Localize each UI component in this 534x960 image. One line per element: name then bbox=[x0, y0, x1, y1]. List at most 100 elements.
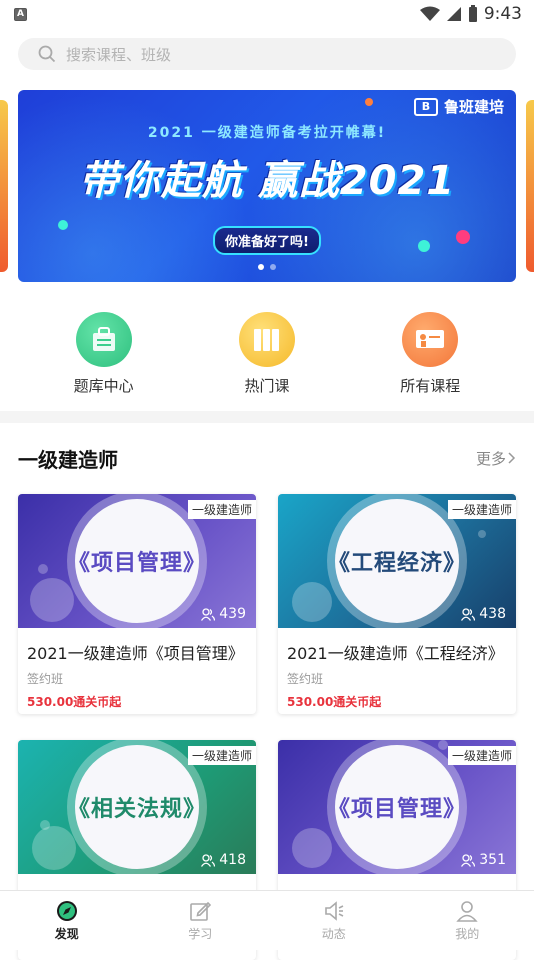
tab-discover[interactable]: 发现 bbox=[0, 891, 134, 950]
banner-subtitle: 2021 一级建造师备考拉开帷幕! bbox=[18, 122, 516, 142]
course-thumbnail: 《项目管理》 一级建造师 351 bbox=[278, 740, 516, 874]
course-price: 530.00通关币起 bbox=[278, 687, 516, 710]
course-tag: 一级建造师 bbox=[188, 500, 256, 519]
decor-dot bbox=[58, 220, 68, 230]
course-card[interactable]: 《工程经济》 一级建造师 438 2021一级建造师《工程经济》 签约班 530… bbox=[278, 494, 516, 714]
shortcut-question-bank[interactable]: 题库中心 bbox=[44, 312, 164, 396]
tab-label: 动态 bbox=[322, 925, 346, 942]
banner-headline: 带你起航 赢战2021 bbox=[18, 148, 516, 206]
people-icon bbox=[201, 608, 215, 621]
indicator-dot bbox=[270, 264, 276, 270]
section-title: 一级建造师 bbox=[18, 444, 118, 473]
thumbnail-circle: 《项目管理》 bbox=[335, 745, 459, 869]
chevron-right-icon bbox=[508, 452, 516, 464]
status-icons: 9:43 bbox=[420, 4, 522, 24]
course-thumbnail: 《工程经济》 一级建造师 438 bbox=[278, 494, 516, 628]
course-class-type: 签约班 bbox=[278, 664, 516, 687]
search-placeholder: 搜索课程、班级 bbox=[66, 44, 171, 65]
banner-slide[interactable]: B 鲁班建培 2021 一级建造师备考拉开帷幕! 带你起航 赢战2021 你准备… bbox=[18, 90, 516, 282]
thumbnail-title: 《工程经济》 bbox=[328, 545, 466, 577]
section-divider bbox=[0, 411, 534, 423]
notification-icon: A bbox=[14, 8, 27, 21]
brand-name: 鲁班建培 bbox=[444, 96, 504, 117]
decor-bubble bbox=[478, 530, 486, 538]
shortcut-label: 所有课程 bbox=[400, 375, 460, 396]
brand-logo-icon: B bbox=[414, 98, 438, 116]
decor-bubble bbox=[38, 564, 48, 574]
section-header: 一级建造师 更多 bbox=[18, 444, 516, 472]
edit-icon bbox=[189, 900, 211, 922]
compass-icon bbox=[56, 900, 78, 922]
people-icon bbox=[461, 854, 475, 867]
decor-bubble bbox=[438, 740, 448, 750]
carousel-indicators bbox=[258, 264, 276, 270]
status-bar: A 9:43 bbox=[0, 0, 534, 28]
shortcut-label: 热门课 bbox=[244, 375, 289, 396]
tab-news[interactable]: 动态 bbox=[267, 891, 401, 950]
count-value: 439 bbox=[219, 606, 246, 622]
thumbnail-title: 《项目管理》 bbox=[68, 545, 206, 577]
search-bar[interactable]: 搜索课程、班级 bbox=[18, 38, 516, 70]
bottom-tab-bar: 发现 学习 动态 我的 bbox=[0, 890, 534, 950]
banner-carousel[interactable]: B 鲁班建培 2021 一级建造师备考拉开帷幕! 带你起航 赢战2021 你准备… bbox=[0, 90, 534, 282]
enrollment-count: 439 bbox=[201, 606, 246, 622]
decor-bubble bbox=[30, 578, 74, 622]
enrollment-count: 418 bbox=[201, 852, 246, 868]
decor-bubble bbox=[40, 820, 50, 830]
course-tag: 一级建造师 bbox=[448, 500, 516, 519]
course-class-type: 签约班 bbox=[18, 664, 256, 687]
wifi-icon bbox=[420, 6, 440, 22]
speaker-icon bbox=[323, 900, 345, 922]
thumbnail-title: 《相关法规》 bbox=[68, 791, 206, 823]
course-price: 530.00通关币起 bbox=[18, 687, 256, 710]
battery-icon bbox=[468, 5, 478, 23]
decor-dot bbox=[456, 230, 470, 244]
enrollment-count: 438 bbox=[461, 606, 506, 622]
thumbnail-circle: 《项目管理》 bbox=[75, 499, 199, 623]
more-link[interactable]: 更多 bbox=[476, 448, 516, 469]
tab-mine[interactable]: 我的 bbox=[401, 891, 534, 950]
count-value: 438 bbox=[479, 606, 506, 622]
shortcut-hot-courses[interactable]: 热门课 bbox=[207, 312, 327, 396]
search-icon bbox=[38, 45, 56, 63]
prev-banner-peek[interactable] bbox=[0, 100, 8, 272]
shortcut-all-courses[interactable]: 所有课程 bbox=[370, 312, 490, 396]
indicator-dot-active bbox=[258, 264, 264, 270]
banner-pill: 你准备好了吗! bbox=[213, 226, 321, 255]
thumbnail-circle: 《相关法规》 bbox=[75, 745, 199, 869]
enrollment-count: 351 bbox=[461, 852, 506, 868]
next-banner-peek[interactable] bbox=[526, 100, 534, 272]
more-label: 更多 bbox=[476, 448, 506, 469]
decor-dot bbox=[365, 98, 373, 106]
tab-label: 发现 bbox=[55, 925, 79, 942]
thumbnail-circle: 《工程经济》 bbox=[335, 499, 459, 623]
decor-dot bbox=[418, 240, 430, 252]
books-icon bbox=[239, 312, 295, 367]
shortcut-label: 题库中心 bbox=[74, 375, 134, 396]
course-thumbnail: 《项目管理》 一级建造师 439 bbox=[18, 494, 256, 628]
course-tag: 一级建造师 bbox=[188, 746, 256, 765]
thumbnail-title: 《项目管理》 bbox=[328, 791, 466, 823]
decor-bubble bbox=[292, 828, 332, 868]
user-icon bbox=[456, 900, 478, 922]
tab-label: 学习 bbox=[188, 925, 212, 942]
signal-icon bbox=[446, 6, 462, 22]
shortcut-row: 题库中心 热门课 所有课程 bbox=[0, 312, 534, 396]
course-title: 2021一级建造师《工程经济》 bbox=[278, 628, 516, 664]
course-title: 2021一级建造师《项目管理》 bbox=[18, 628, 256, 664]
presentation-icon bbox=[402, 312, 458, 367]
tab-label: 我的 bbox=[455, 925, 479, 942]
count-value: 351 bbox=[479, 852, 506, 868]
count-value: 418 bbox=[219, 852, 246, 868]
banner-brand: B 鲁班建培 bbox=[414, 96, 504, 117]
people-icon bbox=[461, 608, 475, 621]
course-tag: 一级建造师 bbox=[448, 746, 516, 765]
tab-study[interactable]: 学习 bbox=[134, 891, 268, 950]
people-icon bbox=[201, 854, 215, 867]
course-thumbnail: 《相关法规》 一级建造师 418 bbox=[18, 740, 256, 874]
question-bank-icon bbox=[76, 312, 132, 367]
course-card[interactable]: 《项目管理》 一级建造师 439 2021一级建造师《项目管理》 签约班 530… bbox=[18, 494, 256, 714]
decor-bubble bbox=[32, 826, 76, 870]
decor-bubble bbox=[292, 582, 332, 622]
status-time: 9:43 bbox=[484, 4, 522, 24]
